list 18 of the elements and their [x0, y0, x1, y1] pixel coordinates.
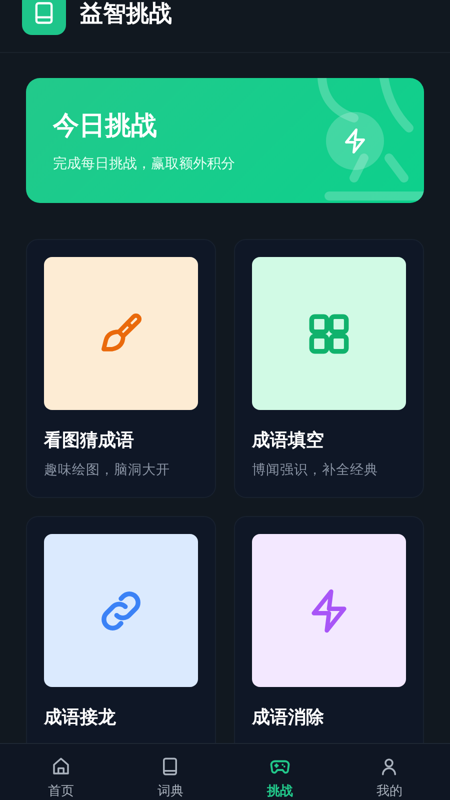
game-title: 成语消除	[252, 706, 325, 729]
game-subtitle: 博闻强识，补全经典	[252, 461, 379, 479]
game-subtitle: 趣味绘图，脑洞大开	[44, 461, 171, 479]
game-title: 看图猜成语	[44, 429, 135, 452]
game-card[interactable]: 成语接龙	[26, 516, 216, 745]
banner-title: 今日挑战	[53, 110, 158, 143]
game-card[interactable]: 成语填空 博闻强识，补全经典	[234, 239, 424, 498]
game-title: 成语接龙	[44, 706, 117, 729]
banner-subtitle: 完成每日挑战，赢取额外积分	[53, 155, 235, 173]
page-title: 益智挑战	[80, 0, 172, 28]
game-title: 成语填空	[252, 429, 325, 452]
nav-tab[interactable]: 首页	[20, 744, 101, 800]
nav-tab[interactable]: 词典	[130, 744, 210, 800]
app-logo	[22, 0, 66, 35]
game-card[interactable]: 成语消除	[234, 516, 424, 745]
game-card[interactable]: 看图猜成语 趣味绘图，脑洞大开	[26, 239, 216, 498]
nav-tab[interactable]: 挑战	[240, 744, 320, 800]
nav-tab[interactable]: 我的	[349, 744, 430, 800]
